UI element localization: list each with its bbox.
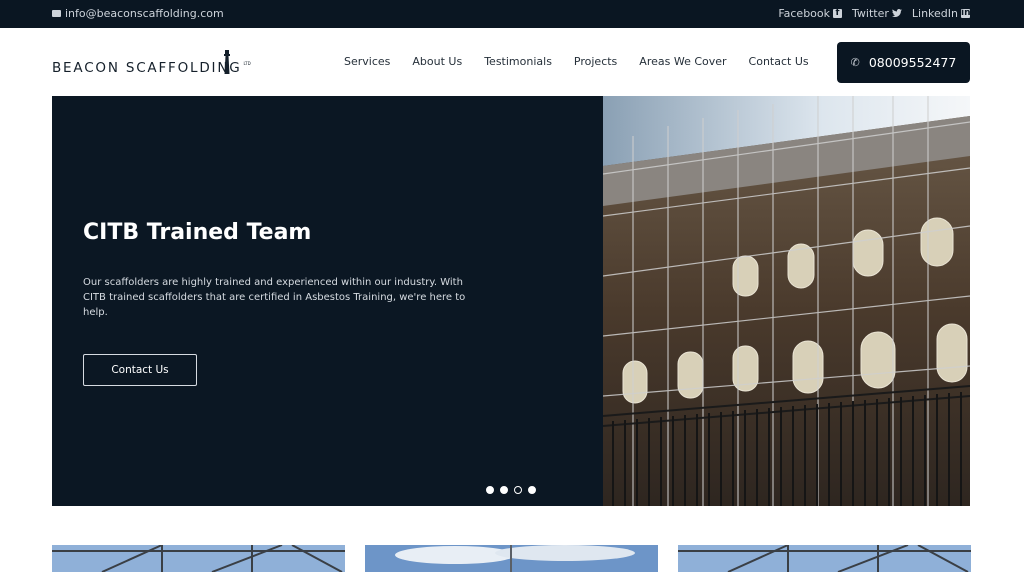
hero-title: CITB Trained Team xyxy=(83,220,312,245)
hero-slider: CITB Trained Team Our scaffolders are hi… xyxy=(52,96,970,506)
top-bar: info@beaconscaffolding.com Facebook f Twi… xyxy=(0,0,1024,28)
service-card-3-image[interactable] xyxy=(678,545,971,572)
twitter-icon xyxy=(891,9,902,17)
scaffold-photo-2 xyxy=(365,545,658,572)
beacon-tower-icon xyxy=(224,50,230,74)
facebook-label: Facebook xyxy=(778,7,831,20)
phone-number: 08009552477 xyxy=(868,55,957,70)
twitter-link[interactable]: Twitter xyxy=(852,7,902,20)
social-links: Facebook f Twitter LinkedIn in xyxy=(778,7,970,20)
slide-dot-3-active[interactable] xyxy=(514,486,522,494)
nav-projects[interactable]: Projects xyxy=(563,55,628,68)
service-cards xyxy=(52,545,971,572)
linkedin-link[interactable]: LinkedIn in xyxy=(911,7,971,20)
logo-suffix: LTD xyxy=(243,61,251,66)
phone-icon: ✆ xyxy=(850,56,860,69)
logo-text: BEACON SCAFFOLDING xyxy=(52,60,242,76)
linkedin-icon: in xyxy=(961,8,971,18)
slide-dot-4[interactable] xyxy=(528,486,536,494)
email-link[interactable]: info@beaconscaffolding.com xyxy=(52,7,224,20)
hero-scaffolding-photo xyxy=(603,96,970,506)
linkedin-label: LinkedIn xyxy=(911,7,958,20)
nav-services[interactable]: Services xyxy=(333,55,401,68)
site-logo[interactable]: BEACON SCAFFOLDING LTD xyxy=(52,50,268,76)
hero-description: Our scaffolders are highly trained and e… xyxy=(83,277,466,318)
service-card-1-image[interactable] xyxy=(52,545,345,572)
service-card-2-image[interactable] xyxy=(365,545,658,572)
main-nav: Services About Us Testimonials Projects … xyxy=(333,55,820,68)
nav-testimonials[interactable]: Testimonials xyxy=(473,55,563,68)
nav-areas-we-cover[interactable]: Areas We Cover xyxy=(628,55,737,68)
twitter-label: Twitter xyxy=(852,7,889,20)
scaffold-photo-3 xyxy=(678,545,971,572)
scaffold-photo-1 xyxy=(52,545,345,572)
hero-contact-button[interactable]: Contact Us xyxy=(83,354,197,386)
slide-dot-2[interactable] xyxy=(500,486,508,494)
phone-button[interactable]: ✆ 08009552477 xyxy=(837,42,970,83)
nav-contact-us[interactable]: Contact Us xyxy=(738,55,820,68)
slider-dots xyxy=(486,486,536,494)
nav-about-us[interactable]: About Us xyxy=(401,55,473,68)
mail-icon xyxy=(52,10,61,17)
facebook-link[interactable]: Facebook f xyxy=(778,7,843,20)
email-text: info@beaconscaffolding.com xyxy=(65,7,224,20)
site-header: BEACON SCAFFOLDING LTD Services About Us… xyxy=(0,28,1024,96)
facebook-icon: f xyxy=(833,9,843,18)
slide-dot-1[interactable] xyxy=(486,486,494,494)
